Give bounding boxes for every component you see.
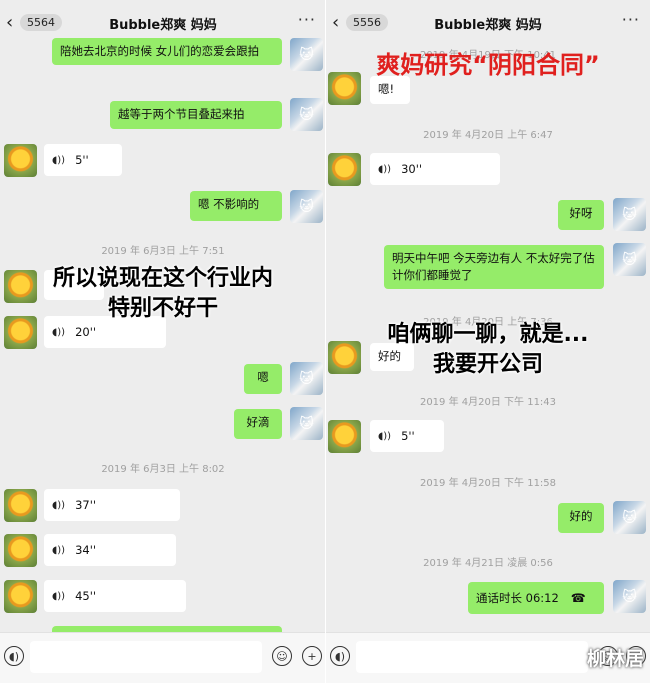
voice-message[interactable]: ◖)) 5'' xyxy=(370,420,444,452)
timestamp: 2019 年 6月3日 上午 8:02 xyxy=(101,464,225,475)
message-sent[interactable]: 陪她去北京的时候 女儿们的恋爱会跟拍 xyxy=(52,38,282,65)
avatar[interactable] xyxy=(328,72,361,105)
avatar[interactable]: 🐱 xyxy=(290,407,323,440)
voice-duration: 5'' xyxy=(401,428,415,443)
avatar[interactable] xyxy=(4,144,37,177)
voice-duration: 30'' xyxy=(401,161,423,176)
message-sent[interactable]: 越等于两个节目叠起来拍 xyxy=(110,101,282,129)
avatar[interactable]: 🐱 xyxy=(290,362,323,395)
watermark: 柳林居 xyxy=(586,648,644,670)
caption-line: 咱俩聊一聊，就是... xyxy=(387,322,589,347)
chat-title: Bubble郑爽 妈妈 xyxy=(109,18,217,33)
voice-wave-icon: ◖)) xyxy=(52,326,66,338)
message-sent[interactable]: 明天中午吧 今天旁边有人 不太好完了估计你们都睡觉了 xyxy=(384,245,604,289)
timestamp: 2019 年 4月20日 下午 11:58 xyxy=(419,478,557,489)
timestamp: 2019 年 4月20日 下午 11:43 xyxy=(419,397,557,408)
avatar[interactable] xyxy=(328,153,361,186)
voice-message[interactable]: ◖)) 5'' xyxy=(44,144,122,176)
message-received[interactable]: 嗯! xyxy=(370,76,410,104)
voice-wave-icon: ◖)) xyxy=(378,430,392,442)
caption-line: 特别不好干 xyxy=(107,296,218,321)
avatar[interactable]: 🐱 xyxy=(613,198,646,231)
voice-duration: 37'' xyxy=(75,497,97,512)
avatar[interactable] xyxy=(4,489,37,522)
message-sent[interactable]: 嗯 xyxy=(244,364,282,394)
caption-overlay: 咱俩聊一聊，就是... 我要开公司 xyxy=(326,320,650,380)
emoji-icon[interactable]: ☺ xyxy=(272,646,292,666)
message-sent[interactable]: 好滴 xyxy=(234,409,282,439)
message-input[interactable] xyxy=(30,641,262,673)
voice-wave-icon: ◖)) xyxy=(52,544,66,556)
avatar[interactable]: 🐱 xyxy=(290,98,323,131)
message-input[interactable] xyxy=(356,641,588,673)
input-bar: ◖) ☺ + xyxy=(0,632,326,683)
timestamp: 2019 年 6月3日 上午 7:51 xyxy=(101,246,225,257)
voice-wave-icon[interactable]: ◖) xyxy=(4,646,24,666)
voice-message[interactable]: ◖)) 34'' xyxy=(44,534,176,566)
voice-duration: 34'' xyxy=(75,542,97,557)
avatar[interactable]: 🐱 xyxy=(290,190,323,223)
timestamp: 2019 年 4月20日 上午 6:47 xyxy=(423,130,553,141)
caption-line: 我要开公司 xyxy=(432,352,543,377)
voice-message[interactable]: ◖)) 37'' xyxy=(44,489,180,521)
message-sent[interactable]: 好呀 xyxy=(558,200,604,230)
avatar[interactable]: 🐱 xyxy=(613,501,646,534)
right-chat-panel: ‹ 5556 Bubble郑爽 妈妈 ··· 2019 年 4月19日 下午 1… xyxy=(326,0,650,683)
more-dots-icon[interactable]: ··· xyxy=(622,10,640,29)
avatar[interactable] xyxy=(328,420,361,453)
voice-wave-icon: ◖)) xyxy=(52,154,66,166)
voice-wave-icon: ◖)) xyxy=(52,590,66,602)
caption-line: 所以说现在这个行业内 xyxy=(52,266,273,291)
call-duration-label: 通话时长 06:12 xyxy=(476,590,559,605)
message-sent[interactable]: 好的 xyxy=(558,503,604,533)
message-sent[interactable]: 嗯 不影响的 xyxy=(190,191,282,221)
voice-wave-icon[interactable]: ◖) xyxy=(330,646,350,666)
plus-icon[interactable]: + xyxy=(302,646,322,666)
avatar[interactable] xyxy=(4,534,37,567)
chat-title: Bubble郑爽 妈妈 xyxy=(434,18,542,33)
voice-duration: 5'' xyxy=(75,152,89,167)
avatar[interactable]: 🐱 xyxy=(290,38,323,71)
avatar[interactable]: 🐱 xyxy=(613,243,646,276)
avatar[interactable]: 🐱 xyxy=(613,580,646,613)
voice-wave-icon: ◖)) xyxy=(378,163,392,175)
voice-duration: 45'' xyxy=(75,588,97,603)
caption-overlay: 所以说现在这个行业内 特别不好干 xyxy=(0,264,326,324)
voice-message[interactable]: ◖)) 45'' xyxy=(44,580,186,612)
avatar[interactable] xyxy=(4,580,37,613)
chat-header: ‹ 5556 Bubble郑爽 妈妈 ··· xyxy=(326,0,650,46)
timestamp: 2019 年 4月21日 凌晨 0:56 xyxy=(423,558,553,569)
voice-duration: 20'' xyxy=(75,324,97,339)
voice-message[interactable]: ◖)) 30'' xyxy=(370,153,500,185)
call-duration-message[interactable]: 通话时长 06:12 ☎ xyxy=(468,582,604,614)
left-chat-panel: ‹ 5564 Bubble郑爽 妈妈 ··· 陪她去北京的时候 女儿们的恋爱会跟… xyxy=(0,0,326,683)
phone-icon: ☎ xyxy=(570,590,586,605)
voice-wave-icon: ◖)) xyxy=(52,499,66,511)
more-dots-icon[interactable]: ··· xyxy=(298,10,316,29)
